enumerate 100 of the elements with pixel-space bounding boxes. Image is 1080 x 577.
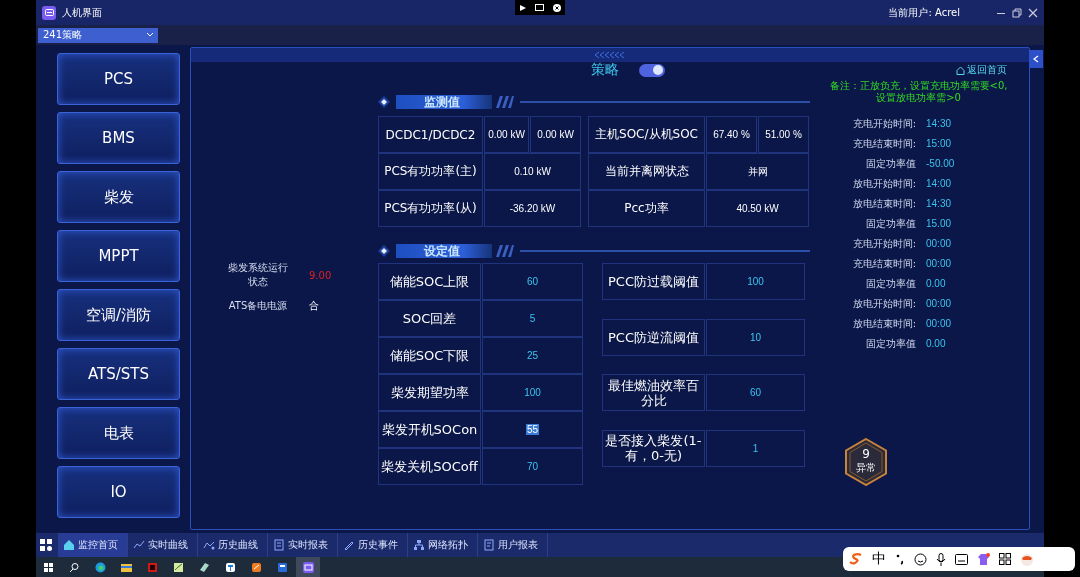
strategy-dropdown[interactable]: 241策略 (38, 27, 158, 43)
punctuation-icon[interactable] (895, 553, 905, 565)
setting-value-field[interactable]: 100 (706, 263, 805, 300)
table-value-cell: 40.50 kW (706, 190, 809, 227)
table-value-cell: 51.00 % (758, 116, 809, 153)
collapse-button[interactable] (1029, 50, 1043, 68)
sidebar-button[interactable]: 电表 (57, 407, 180, 459)
sidebar-button[interactable]: ATS/STS (57, 348, 180, 400)
schedule-label: 放电结束时间: (851, 197, 916, 211)
search-icon[interactable] (68, 561, 80, 573)
current-user-text: 当前用户: Acrel (888, 5, 960, 20)
schedule-value: 15:00 (925, 137, 953, 151)
table-label-cell: 主机SOC/从机SOC (588, 116, 705, 153)
schedule-value: 15.00 (925, 217, 953, 231)
document-icon (273, 539, 285, 551)
table-value-cell: 0.00 kW (484, 116, 529, 153)
window-title: 人机界面 (62, 5, 102, 20)
setting-value-field[interactable]: 60 (706, 374, 805, 411)
caret-icon (146, 32, 154, 38)
schedule-value: 00:00 (925, 297, 953, 311)
schedule-value: 0.00 (925, 337, 947, 351)
sidebar-button[interactable]: MPPT (57, 230, 180, 282)
setting-value-field[interactable]: 55 (482, 411, 583, 448)
setting-value-field[interactable]: 60 (482, 263, 583, 300)
close-icon[interactable] (552, 3, 561, 12)
table-label-cell: PCS有功功率(主) (378, 153, 483, 190)
setting-label-cell: 储能SOC下限 (378, 337, 481, 374)
schedule-value: 00:00 (925, 317, 953, 331)
setting-label-cell: 是否接入柴发(1-有，0-无) (602, 429, 705, 467)
nav-tab[interactable]: 监控首页 (58, 533, 128, 557)
schedule-value: -50.00 (925, 157, 956, 171)
smiley-icon[interactable] (914, 552, 927, 566)
skin-icon[interactable] (977, 552, 990, 566)
app-icon[interactable] (276, 561, 288, 573)
schedule-value: 14:00 (925, 177, 953, 191)
app-icon[interactable] (198, 561, 210, 573)
document-icon (483, 539, 495, 551)
close-icon[interactable] (1028, 7, 1038, 18)
table-value-cell: 67.40 % (706, 116, 757, 153)
logo-icon (849, 553, 863, 565)
sidebar-button[interactable]: IO (57, 466, 180, 518)
line-chart-icon (133, 539, 145, 551)
diamond-icon (378, 96, 390, 108)
sidebar-button[interactable]: 空调/消防 (57, 289, 180, 341)
setting-value-field[interactable]: 1 (706, 429, 805, 467)
microphone-icon[interactable] (936, 552, 946, 566)
folder-icon[interactable] (120, 561, 132, 573)
schedule-label: 固定功率值 (865, 337, 916, 351)
app-icon[interactable] (224, 561, 236, 573)
strategy-toggle[interactable] (639, 63, 665, 77)
setting-label-cell: 柴发期望功率 (378, 374, 481, 411)
note-text: 备注：正放负充，设置充电功率需要<0, 设置放电功率需>0 (828, 80, 1009, 104)
table-label-cell: DCDC1/DCDC2 (378, 116, 483, 153)
schedule-label: 充电结束时间: (851, 257, 916, 271)
schedule-label: 放电结束时间: (851, 317, 916, 331)
status-label: 柴发系统运行状态 (227, 261, 289, 289)
home-icon (63, 539, 75, 551)
chat-icon[interactable] (302, 561, 314, 573)
status-label: ATS备电电源 (227, 299, 289, 313)
setting-label-cell: PCC防逆流阈值 (602, 318, 705, 356)
setting-label-cell: 最佳燃油效率百分比 (602, 374, 705, 411)
line-chart-icon (203, 539, 215, 551)
setting-value-field[interactable]: 10 (706, 318, 805, 356)
chevron-left-icon (1033, 55, 1039, 63)
start-icon[interactable] (42, 561, 54, 573)
pointer-icon[interactable] (519, 3, 528, 12)
table-value-cell: 0.10 kW (484, 153, 581, 190)
app-icon[interactable] (250, 561, 262, 573)
setting-value-field[interactable]: 100 (482, 374, 583, 411)
schedule-label: 固定功率值 (865, 217, 916, 231)
table-label-cell: PCS有功功率(从) (378, 190, 483, 227)
schedule-label: 固定功率值 (865, 277, 916, 291)
setting-label-cell: 储能SOC上限 (378, 263, 481, 300)
home-link[interactable]: 返回首页 (956, 63, 1007, 77)
schedule-value: 14:30 (925, 117, 953, 131)
schedule-label: 放电开始时间: (851, 177, 916, 191)
status-value: 合 (309, 299, 319, 313)
restore-icon[interactable] (1012, 7, 1022, 18)
setting-value-field[interactable]: 25 (482, 337, 583, 374)
apps-icon[interactable] (999, 553, 1011, 565)
sidebar-button[interactable]: BMS (57, 112, 180, 164)
setting-label-cell: 柴发开机SOCon (378, 411, 481, 448)
chat-icon (44, 8, 54, 17)
keyboard-icon[interactable] (955, 553, 968, 565)
table-value-cell: -36.20 kW (484, 190, 581, 227)
schedule-value: 00:00 (925, 237, 953, 251)
schedule-label: 充电结束时间: (851, 137, 916, 151)
app-icon[interactable] (172, 561, 184, 573)
setting-value-field[interactable]: 5 (482, 300, 583, 337)
sidebar-button[interactable]: 柴发 (57, 171, 180, 223)
table-label-cell: Pcc功率 (588, 190, 705, 227)
schedule-value: 14:30 (925, 197, 953, 211)
schedule-value: 0.00 (925, 277, 947, 291)
alarm-badge[interactable]: 9 异常 (844, 438, 888, 486)
sidebar-button[interactable]: PCS (57, 53, 180, 105)
setting-value-field[interactable]: 70 (482, 448, 583, 485)
apps-icon[interactable] (40, 539, 52, 551)
setting-label-cell: 柴发关机SOCoff (378, 448, 481, 485)
browser-icon[interactable] (94, 561, 106, 573)
input-mode-text[interactable]: 中 (872, 550, 886, 568)
